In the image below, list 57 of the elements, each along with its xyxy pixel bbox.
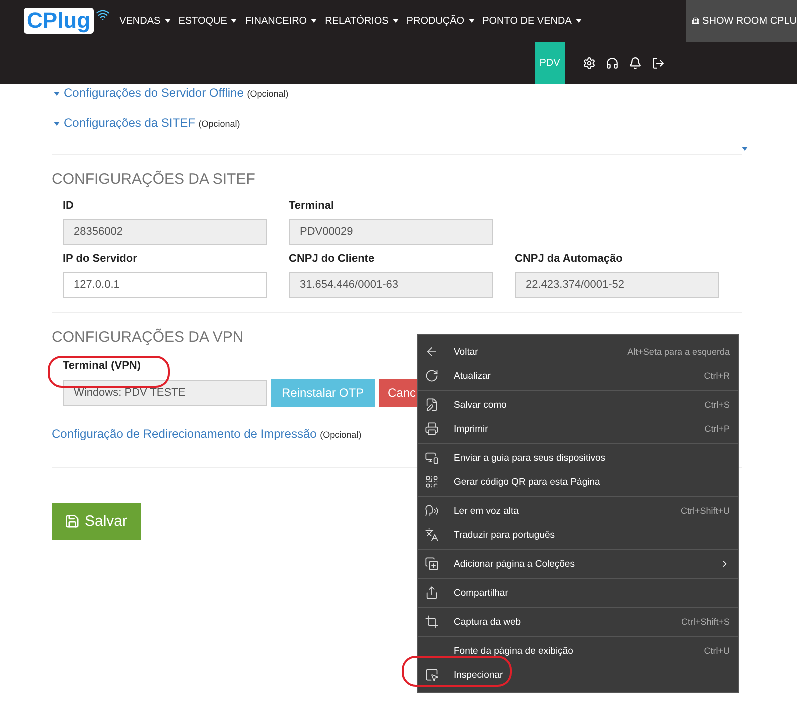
nav-menu[interactable]: PONTO DE VENDA: [482, 16, 582, 26]
menu-item[interactable]: Inspecionar: [418, 663, 738, 687]
settings-icon[interactable]: [583, 56, 596, 70]
field-label: CNPJ do Cliente: [289, 253, 375, 265]
collapse-link[interactable]: Configurações da SITEF (Opcional): [52, 100, 742, 130]
menu-item[interactable]: Voltar Alt+Seta para a esquerda: [418, 340, 738, 364]
nav-menu[interactable]: FINANCEIRO: [245, 16, 318, 26]
qr-code-icon: [425, 475, 439, 489]
crop-icon: [425, 615, 439, 629]
printer-icon: [425, 422, 439, 436]
field-label: CNPJ da Automação: [515, 253, 623, 265]
shortcut-text: Ctrl+S: [704, 400, 730, 410]
translate-icon: [425, 528, 439, 542]
field-label: Terminal: [289, 200, 334, 212]
menu-item[interactable]: Adicionar página a Coleções: [418, 552, 738, 576]
nav-menu[interactable]: VENDAS: [120, 16, 171, 26]
share-icon: [425, 586, 439, 600]
logout-icon[interactable]: [652, 56, 665, 70]
shortcut-text: Ctrl+Shift+U: [680, 506, 730, 516]
shortcut-text: Alt+Seta para a esquerda: [628, 347, 730, 357]
shortcut-text: Ctrl+U: [704, 646, 730, 656]
field-label: IP do Servidor: [63, 253, 138, 265]
menu-item[interactable]: Imprimir Ctrl+P: [418, 417, 738, 441]
bell-icon[interactable]: [629, 56, 642, 70]
inspect-icon: [425, 668, 439, 682]
refresh-icon: [425, 369, 439, 383]
speech-icon: [425, 504, 439, 518]
headset-icon[interactable]: [606, 56, 619, 70]
nav-menu[interactable]: RELATÓRIOS: [325, 16, 399, 26]
menu-item[interactable]: Captura da web Ctrl+Shift+S: [418, 610, 738, 634]
menu-item[interactable]: Gerar código QR para esta Página: [418, 470, 738, 494]
shortcut-text: Ctrl+R: [704, 371, 730, 381]
nav-menu[interactable]: ESTOQUE: [178, 16, 238, 26]
building-icon: [692, 16, 700, 26]
devices-icon: [425, 451, 439, 465]
section-title: CONFIGURAÇÕES DA VPN: [52, 329, 245, 346]
save-page-icon: [425, 398, 439, 412]
menu-item[interactable]: Compartilhar: [418, 581, 738, 605]
collapse-link[interactable]: Configurações do Servidor Offline (Opcional): [52, 84, 742, 100]
menu-item[interactable]: Enviar a guia para seus dispositivos: [418, 446, 738, 470]
nav-menu[interactable]: PRODUÇÃO: [406, 16, 475, 26]
shortcut-text: Ctrl+P: [704, 424, 730, 434]
menu-item[interactable]: Fonte da página de exibição Ctrl+U: [418, 639, 738, 663]
menu-item[interactable]: Ler em voz alta Ctrl+Shift+U: [418, 499, 738, 523]
field-label: Terminal (VPN): [63, 360, 142, 372]
section-title: CONFIGURAÇÕES DA SITEF: [52, 171, 256, 188]
menu-item[interactable]: Atualizar Ctrl+R: [418, 364, 738, 388]
field-label: ID: [63, 200, 74, 212]
input-field[interactable]: Windows: PDV TESTE: [63, 380, 267, 406]
wifi-icon: [96, 8, 110, 22]
store-button[interactable]: SHOW ROOM CPLU: [686, 0, 797, 42]
input-field[interactable]: 127.0.0.1: [63, 272, 267, 298]
menu-item[interactable]: Salvar como Ctrl+S: [418, 393, 738, 417]
shortcut-text: Ctrl+Shift+S: [681, 617, 730, 627]
menu-item[interactable]: Traduzir para português: [418, 523, 738, 547]
logo[interactable]: CPlug: [24, 8, 94, 34]
add-collection-icon: [425, 557, 439, 571]
